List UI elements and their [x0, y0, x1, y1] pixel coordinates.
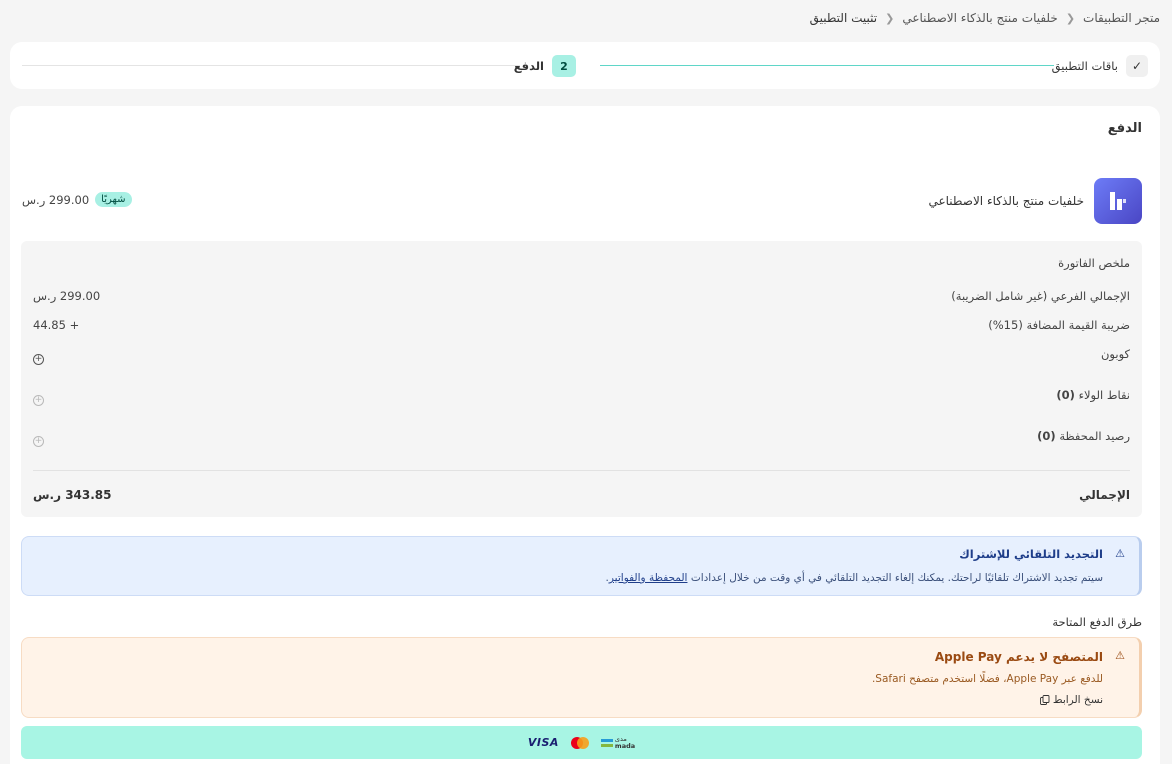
invoice-divider [33, 470, 1130, 471]
loyalty-count: (0) [1056, 388, 1075, 402]
wallet-label: رصيد المحفظة [1059, 429, 1130, 443]
payment-card: الدفع خلفيات منتج بالذكاء الاصطناعي شهري… [10, 106, 1160, 764]
add-coupon-plus-icon[interactable]: + [33, 354, 44, 365]
total-label: الإجمالي [1079, 488, 1130, 502]
billing-period-badge: شهريًا [95, 192, 132, 207]
warning-triangle-icon: ⚠ [1115, 649, 1125, 662]
breadcrumb-app-name[interactable]: خلفيات منتج بالذكاء الاصطناعي [902, 11, 1058, 25]
apple-pay-warning-text: للدفع عبر Apple Pay، فضلًا استخدم متصفح … [871, 673, 1103, 685]
auto-renew-text-wrap: سيتم تجديد الاشتراك تلقائيًا لراحتك. يمك… [606, 572, 1103, 584]
total-value: 343.85 ر.س [33, 488, 112, 502]
warning-triangle-icon: ⚠ [1115, 547, 1125, 560]
invoice-total: الإجمالي 343.85 ر.س [33, 488, 1130, 502]
mada-latin: mada [614, 741, 636, 750]
auto-renew-alert: ⚠ التجديد التلقائي للإشتراك سيتم تجديد ا… [21, 536, 1142, 596]
breadcrumb: متجر التطبيقات ❮ خلفيات منتج بالذكاء الا… [810, 11, 1160, 25]
payment-title: الدفع [1107, 121, 1142, 136]
coupon-label: كوبون [1100, 347, 1130, 361]
payment-methods-title: طرق الدفع المتاحة [1052, 615, 1142, 629]
mada-bars-icon [600, 738, 613, 747]
mada-logo: مدى mada [600, 736, 635, 749]
copy-link-label: نسخ الرابط [1052, 694, 1103, 706]
breadcrumb-current: تثبيت التطبيق [809, 11, 878, 25]
mastercard-logo-icon [570, 736, 589, 749]
card-payment-button[interactable]: VISA مدى mada [21, 726, 1142, 759]
subtotal-value: 299.00 ر.س [33, 289, 101, 303]
step-app-plans-label: باقات التطبيق [1051, 59, 1118, 73]
invoice-title: ملخص الفاتورة [1058, 256, 1130, 270]
copy-icon [1039, 695, 1050, 705]
step-payment: 2 الدفع [514, 55, 576, 77]
product-name: خلفيات منتج بالذكاء الاصطناعي [928, 194, 1084, 208]
step-connector-complete [600, 65, 1054, 66]
wallet-invoices-link[interactable]: المحفظة والفواتير [609, 572, 688, 584]
chevron-left-icon: ❮ [1065, 11, 1076, 25]
invoice-row-loyalty: نقاط الولاء (0) + [33, 388, 1130, 406]
product-price: 299.00 ر.س [22, 192, 90, 207]
add-loyalty-plus-icon[interactable]: + [33, 395, 44, 406]
wallet-count: (0) [1037, 429, 1056, 443]
product-price-row: شهريًا 299.00 ر.س [22, 192, 132, 207]
step-payment-label: الدفع [513, 59, 544, 73]
apple-pay-warning-title: المتصفح لا يدعم Apple Pay [934, 650, 1103, 664]
loyalty-label: نقاط الولاء [1078, 388, 1130, 402]
invoice-summary: ملخص الفاتورة الإجمالي الفرعي (غير شامل … [21, 241, 1142, 517]
copy-link-button[interactable]: نسخ الرابط [1039, 694, 1103, 706]
invoice-row-wallet: رصيد المحفظة (0) + [33, 429, 1130, 447]
check-icon: ✓ [1126, 55, 1148, 77]
mada-text: مدى mada [615, 736, 635, 749]
product-info: خلفيات منتج بالذكاء الاصطناعي [928, 178, 1142, 224]
add-wallet-plus-icon[interactable]: + [33, 436, 44, 447]
subtotal-label: الإجمالي الفرعي (غير شامل الضريبة) [951, 289, 1130, 303]
visa-logo: VISA [527, 736, 559, 749]
apple-pay-warning: ⚠ المتصفح لا يدعم Apple Pay للدفع عبر Ap… [21, 637, 1142, 718]
auto-renew-text: سيتم تجديد الاشتراك تلقائيًا لراحتك. يمك… [690, 572, 1103, 584]
step-payment-number: 2 [552, 55, 576, 77]
invoice-row-vat: ضريبة القيمة المضافة (15%) + 44.85 [33, 318, 1130, 332]
chevron-left-icon: ❮ [885, 11, 895, 25]
breadcrumb-app-store[interactable]: متجر التطبيقات [1083, 11, 1160, 25]
app-logo-icon [1094, 178, 1142, 224]
auto-renew-title: التجديد التلقائي للإشتراك [959, 547, 1103, 561]
vat-label: ضريبة القيمة المضافة (15%) [988, 318, 1130, 332]
invoice-row-coupon: كوبون + [33, 347, 1130, 365]
step-connector-pending [22, 65, 520, 66]
vat-value: + 44.85 [33, 318, 80, 332]
invoice-row-subtotal: الإجمالي الفرعي (غير شامل الضريبة) 299.0… [33, 289, 1130, 303]
step-app-plans[interactable]: ✓ باقات التطبيق [1052, 55, 1148, 77]
loyalty-label-wrap: نقاط الولاء (0) [1056, 388, 1130, 402]
wallet-label-wrap: رصيد المحفظة (0) [1037, 429, 1130, 443]
stepper: ✓ باقات التطبيق 2 الدفع [10, 42, 1160, 89]
